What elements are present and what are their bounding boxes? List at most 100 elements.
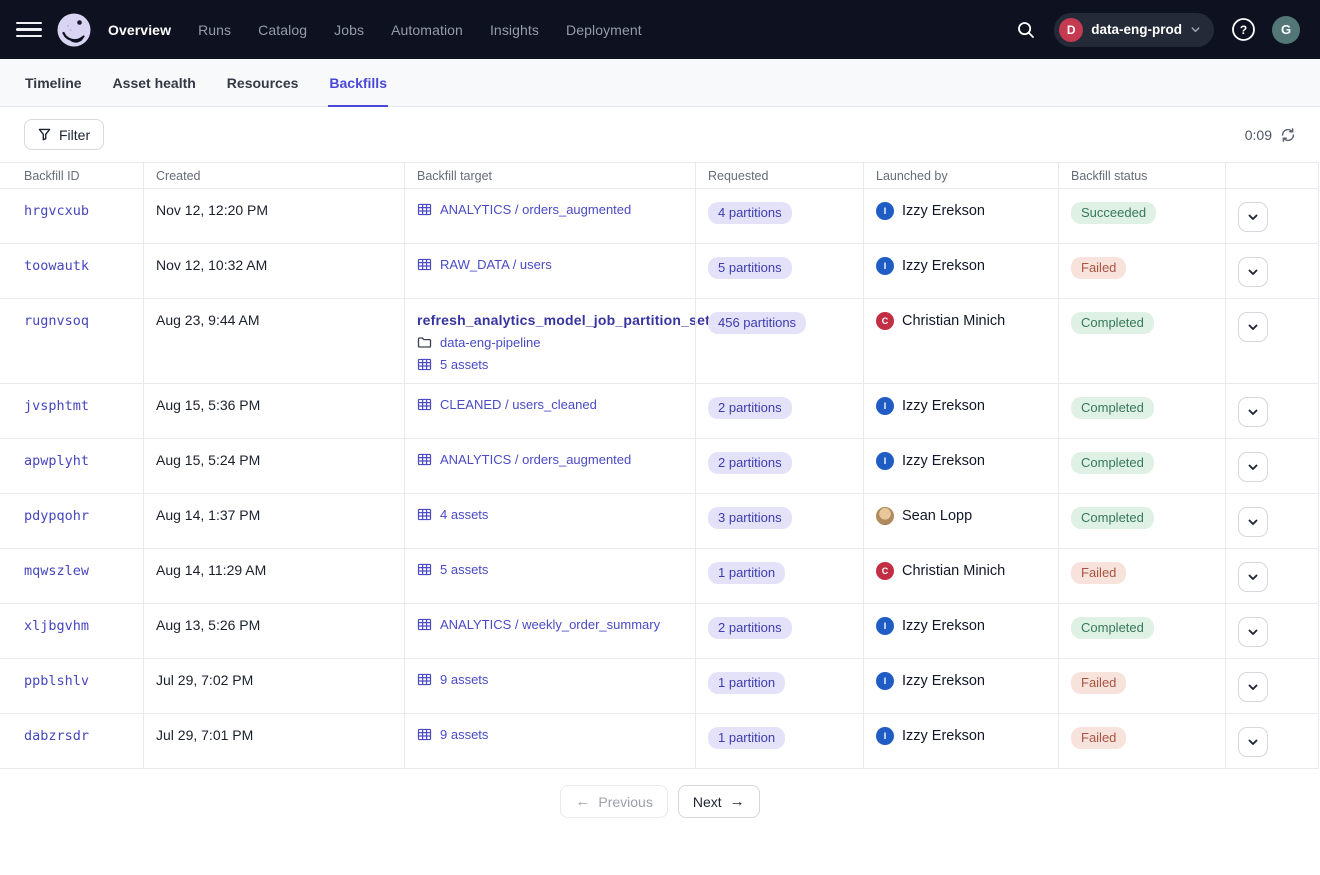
backfill-id-link[interactable]: ppblshlv (24, 673, 89, 689)
requested-partitions-badge: 2 partitions (708, 452, 792, 474)
nav-item-automation[interactable]: Automation (391, 22, 463, 38)
help-icon[interactable]: ? (1229, 16, 1257, 44)
row-actions-menu-button[interactable] (1238, 312, 1268, 342)
tab-asset-health[interactable]: Asset health (112, 59, 197, 106)
backfill-target-link[interactable]: ANALYTICS / orders_augmented (440, 202, 631, 217)
table-row: mqwszlewAug 14, 11:29 AM5 assets1 partit… (0, 549, 1318, 604)
nav-item-deployment[interactable]: Deployment (566, 22, 642, 38)
backfill-status-badge: Completed (1071, 397, 1154, 419)
backfill-target-cell: CLEANED / users_cleaned (404, 384, 695, 438)
chevron-down-icon (1247, 516, 1259, 528)
deployment-switcher[interactable]: D data-eng-prod (1054, 13, 1214, 47)
backfill-id-link[interactable]: mqwszlew (24, 563, 89, 579)
row-actions-menu-button[interactable] (1238, 672, 1268, 702)
launched-by-user: CChristian Minich (876, 562, 1046, 580)
backfill-target-link[interactable]: 4 assets (440, 507, 488, 522)
row-actions-menu-button[interactable] (1238, 202, 1268, 232)
col-header-launched-by: Launched by (863, 163, 1058, 188)
backfill-target-link[interactable]: 9 assets (440, 672, 488, 687)
row-actions-menu-button[interactable] (1238, 617, 1268, 647)
launched-by-user: CChristian Minich (876, 312, 1046, 330)
backfill-id-link[interactable]: pdypqohr (24, 508, 89, 524)
asset-table-icon (417, 357, 432, 372)
row-actions-menu-button[interactable] (1238, 562, 1268, 592)
chevron-down-icon (1247, 736, 1259, 748)
backfill-target-link[interactable]: CLEANED / users_cleaned (440, 397, 597, 412)
row-actions-menu-button[interactable] (1238, 257, 1268, 287)
backfill-id-link[interactable]: xljbgvhm (24, 618, 89, 634)
table-header: Backfill ID Created Backfill target Requ… (0, 163, 1318, 189)
backfill-id-link[interactable]: jvsphtmt (24, 398, 89, 414)
backfill-target-link[interactable]: ANALYTICS / orders_augmented (440, 452, 631, 467)
nav-item-runs[interactable]: Runs (198, 22, 231, 38)
next-page-button[interactable]: Next → (678, 785, 760, 818)
asset-table-icon (417, 672, 432, 687)
launched-by-user: IIzzy Erekson (876, 672, 1046, 690)
user-initial-avatar: I (876, 617, 894, 635)
asset-table-icon (417, 257, 432, 272)
table-row: hrgvcxubNov 12, 12:20 PMANALYTICS / orde… (0, 189, 1318, 244)
user-name: Izzy Erekson (902, 618, 985, 634)
chevron-down-icon (1247, 571, 1259, 583)
chevron-down-icon (1190, 24, 1201, 35)
refresh-icon[interactable] (1280, 127, 1296, 143)
table-body: hrgvcxubNov 12, 12:20 PMANALYTICS / orde… (0, 189, 1318, 769)
backfill-target-link[interactable]: data-eng-pipeline (440, 335, 540, 350)
primary-nav: Overview Runs Catalog Jobs Automation In… (108, 22, 642, 38)
backfill-target-cell: ANALYTICS / orders_augmented (404, 439, 695, 493)
nav-item-insights[interactable]: Insights (490, 22, 539, 38)
backfill-target-job-link[interactable]: refresh_analytics_model_job_partition_se… (417, 312, 710, 328)
backfill-target-link[interactable]: 9 assets (440, 727, 488, 742)
arrow-left-icon: ← (575, 793, 590, 810)
filter-button[interactable]: Filter (24, 119, 104, 150)
backfill-target-link[interactable]: 5 assets (440, 562, 488, 577)
row-actions-menu-button[interactable] (1238, 507, 1268, 537)
previous-page-button[interactable]: ← Previous (560, 785, 667, 818)
user-name: Izzy Erekson (902, 398, 985, 414)
backfill-target-link[interactable]: RAW_DATA / users (440, 257, 552, 272)
nav-item-overview[interactable]: Overview (108, 22, 171, 38)
user-name: Izzy Erekson (902, 258, 985, 274)
created-timestamp: Aug 14, 1:37 PM (156, 507, 260, 523)
backfill-target-link[interactable]: ANALYTICS / weekly_order_summary (440, 617, 660, 632)
launched-by-user: IIzzy Erekson (876, 202, 1046, 220)
asset-table-icon (417, 727, 432, 742)
backfill-id-link[interactable]: hrgvcxub (24, 203, 89, 219)
backfill-id-link[interactable]: dabzrsdr (24, 728, 89, 744)
col-header-requested: Requested (695, 163, 863, 188)
tab-backfills[interactable]: Backfills (328, 59, 388, 106)
overview-tabs: Timeline Asset health Resources Backfill… (0, 59, 1320, 107)
search-icon[interactable] (1013, 17, 1039, 43)
tab-timeline[interactable]: Timeline (24, 59, 83, 106)
table-row: rugnvsoqAug 23, 9:44 AMrefresh_analytics… (0, 299, 1318, 384)
menu-icon[interactable] (16, 17, 42, 43)
deployment-badge: D (1059, 18, 1083, 42)
backfill-target-cell: ANALYTICS / weekly_order_summary (404, 604, 695, 658)
backfill-id-link[interactable]: rugnvsoq (24, 313, 89, 329)
launched-by-user: Sean Lopp (876, 507, 1046, 525)
nav-item-jobs[interactable]: Jobs (334, 22, 364, 38)
asset-table-icon (417, 507, 432, 522)
backfill-id-link[interactable]: apwplyht (24, 453, 89, 469)
chevron-down-icon (1247, 211, 1259, 223)
pagination: ← Previous Next → (0, 769, 1320, 834)
backfill-id-link[interactable]: toowautk (24, 258, 89, 274)
row-actions-menu-button[interactable] (1238, 397, 1268, 427)
asset-table-icon (417, 562, 432, 577)
table-row: dabzrsdrJul 29, 7:01 PM9 assets1 partiti… (0, 714, 1318, 769)
backfill-target-link[interactable]: 5 assets (440, 357, 488, 372)
created-timestamp: Aug 15, 5:24 PM (156, 452, 260, 468)
row-actions-menu-button[interactable] (1238, 452, 1268, 482)
backfill-status-badge: Completed (1071, 312, 1154, 334)
requested-partitions-badge: 4 partitions (708, 202, 792, 224)
tab-resources[interactable]: Resources (226, 59, 300, 106)
nav-item-catalog[interactable]: Catalog (258, 22, 307, 38)
col-header-created: Created (143, 163, 404, 188)
col-header-actions (1225, 163, 1318, 188)
table-row: toowautkNov 12, 10:32 AMRAW_DATA / users… (0, 244, 1318, 299)
folder-icon (417, 335, 432, 350)
row-actions-menu-button[interactable] (1238, 727, 1268, 757)
user-avatar[interactable]: G (1272, 16, 1300, 44)
created-timestamp: Aug 13, 5:26 PM (156, 617, 260, 633)
created-timestamp: Aug 14, 11:29 AM (156, 562, 266, 578)
